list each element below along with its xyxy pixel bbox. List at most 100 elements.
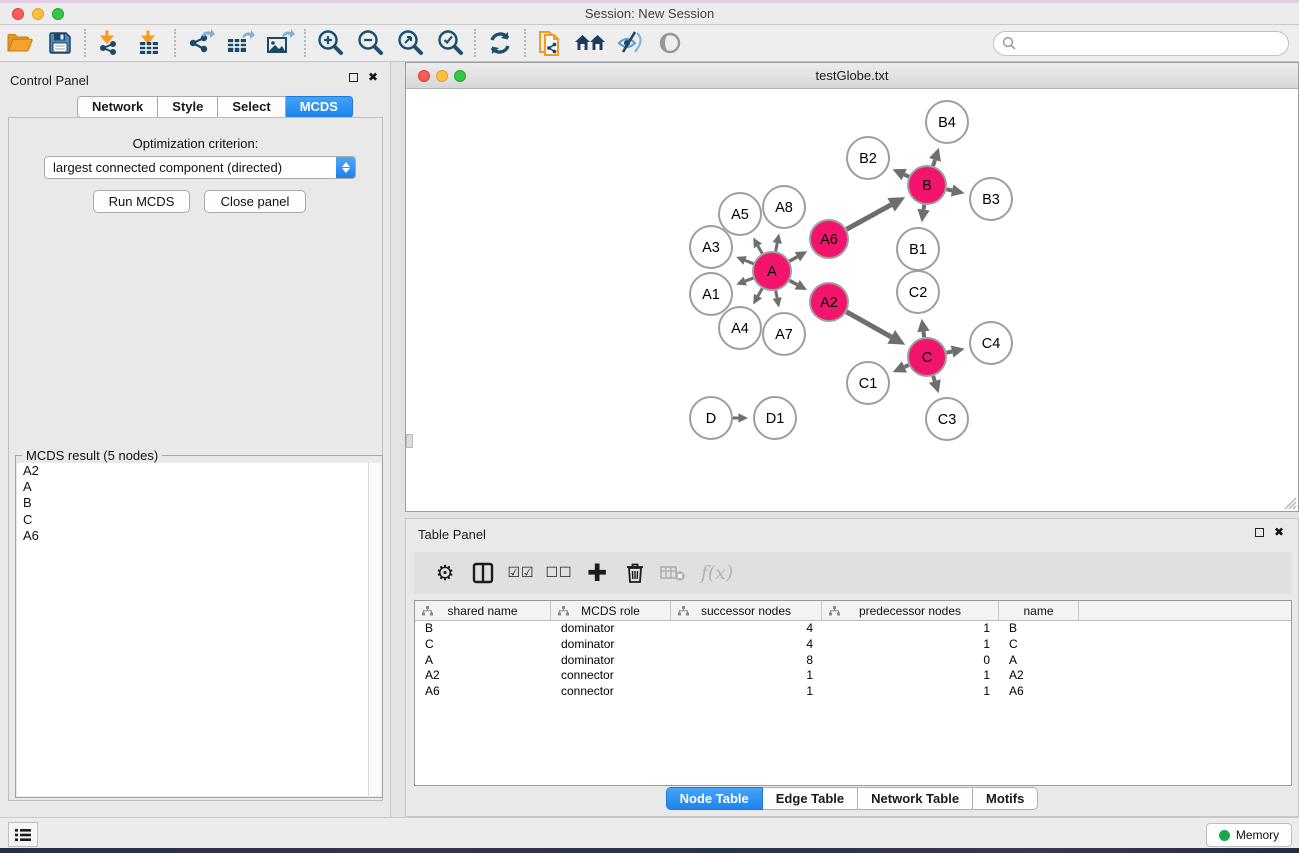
table-cell[interactable]: A <box>999 653 1079 669</box>
edge-A-A6[interactable] <box>789 251 807 261</box>
node-B1[interactable]: B1 <box>897 228 939 270</box>
float-table-panel-icon[interactable] <box>1255 528 1264 537</box>
table-cell[interactable]: dominator <box>551 637 671 653</box>
search-box[interactable] <box>993 31 1289 56</box>
node-C3[interactable]: C3 <box>926 398 968 440</box>
deselect-all-columns-icon[interactable]: ☐☐ <box>542 556 576 590</box>
network-maximize-button[interactable] <box>454 70 466 82</box>
delete-table-icon[interactable] <box>656 556 690 590</box>
node-B[interactable]: B <box>908 166 946 204</box>
save-session-icon[interactable] <box>40 27 80 59</box>
import-network-icon[interactable] <box>90 27 130 59</box>
table-row[interactable]: A6connector11A6 <box>415 684 1291 700</box>
zoom-selected-icon[interactable] <box>430 27 470 59</box>
export-network-icon[interactable] <box>180 27 220 59</box>
edge-C-C4[interactable] <box>947 345 965 357</box>
node-A5[interactable]: A5 <box>719 193 761 235</box>
node-A1[interactable]: A1 <box>690 273 732 315</box>
close-panel-button[interactable]: Close panel <box>204 190 306 213</box>
edge-A-A1[interactable] <box>736 277 753 286</box>
column-layout-icon[interactable] <box>466 556 500 590</box>
table-cell[interactable]: B <box>415 621 551 637</box>
mcds-result-item[interactable]: A <box>17 479 381 495</box>
tab-select[interactable]: Select <box>218 96 285 118</box>
table-cell[interactable]: A <box>415 653 551 669</box>
edge-B-B4[interactable] <box>929 148 941 166</box>
edge-B-B2[interactable] <box>893 169 909 180</box>
search-input[interactable] <box>1016 33 1288 53</box>
resize-grip-icon[interactable] <box>1281 494 1297 510</box>
open-session-icon[interactable] <box>0 27 40 59</box>
table-cell[interactable]: connector <box>551 668 671 684</box>
select-all-columns-icon[interactable]: ☑☑ <box>504 556 538 590</box>
network-window-titlebar[interactable]: testGlobe.txt <box>406 63 1298 89</box>
mcds-result-item[interactable]: A6 <box>17 528 381 544</box>
add-column-icon[interactable]: ✚ <box>580 556 614 590</box>
node-A6[interactable]: A6 <box>810 220 848 258</box>
table-cell[interactable]: 1 <box>822 621 999 637</box>
edge-A-A3[interactable] <box>736 256 753 265</box>
table-cell[interactable]: 1 <box>822 684 999 700</box>
table-cell[interactable]: 1 <box>822 637 999 653</box>
table-cell[interactable]: 1 <box>671 668 822 684</box>
export-table-icon[interactable] <box>220 27 260 59</box>
edge-C-C1[interactable] <box>893 361 909 372</box>
close-panel-icon[interactable]: ✖ <box>368 73 378 82</box>
maximize-window-button[interactable] <box>52 8 64 20</box>
node-D1[interactable]: D1 <box>754 397 796 439</box>
node-B4[interactable]: B4 <box>926 101 968 143</box>
memory-button[interactable]: Memory <box>1206 823 1292 847</box>
table-cell[interactable]: A2 <box>999 668 1079 684</box>
table-cell[interactable]: A2 <box>415 668 551 684</box>
float-panel-icon[interactable] <box>349 73 358 82</box>
column-header-shared-name[interactable]: shared name <box>415 601 551 621</box>
node-C2[interactable]: C2 <box>897 271 939 313</box>
tab-network[interactable]: Network <box>77 96 158 118</box>
table-cell[interactable]: A6 <box>415 684 551 700</box>
hide-selected-icon[interactable] <box>610 27 650 59</box>
table-cell[interactable]: 0 <box>822 653 999 669</box>
edge-B-B3[interactable] <box>947 184 965 196</box>
settings-gear-icon[interactable]: ⚙ <box>428 556 462 590</box>
edge-A-A2[interactable] <box>790 280 807 290</box>
table-cell[interactable]: 1 <box>671 684 822 700</box>
edge-D-D1[interactable] <box>733 413 748 422</box>
show-graphics-details-icon[interactable] <box>650 27 690 59</box>
column-header-name[interactable]: name <box>999 601 1079 621</box>
edge-C-C2[interactable] <box>917 319 929 337</box>
node-A4[interactable]: A4 <box>719 307 761 349</box>
column-header-predecessor-nodes[interactable]: predecessor nodes <box>822 601 999 621</box>
zoom-in-icon[interactable] <box>310 27 350 59</box>
node-C1[interactable]: C1 <box>847 362 889 404</box>
table-cell[interactable]: B <box>999 621 1079 637</box>
network-close-button[interactable] <box>418 70 430 82</box>
zoom-fit-icon[interactable] <box>390 27 430 59</box>
minimize-window-button[interactable] <box>32 8 44 20</box>
export-image-icon[interactable] <box>260 27 300 59</box>
table-cell[interactable]: C <box>415 637 551 653</box>
node-B3[interactable]: B3 <box>970 178 1012 220</box>
table-row[interactable]: Cdominator41C <box>415 637 1291 653</box>
table-row[interactable]: Adominator80A <box>415 653 1291 669</box>
zoom-out-icon[interactable] <box>350 27 390 59</box>
table-cell[interactable]: dominator <box>551 621 671 637</box>
criterion-dropdown[interactable]: largest connected component (directed) <box>44 156 356 179</box>
node-A2[interactable]: A2 <box>810 283 848 321</box>
node-A8[interactable]: A8 <box>763 186 805 228</box>
mcds-result-item[interactable]: A2 <box>17 463 381 479</box>
tab-node-table[interactable]: Node Table <box>666 787 763 810</box>
function-builder-icon[interactable]: f(x) <box>694 556 740 590</box>
import-table-icon[interactable] <box>130 27 170 59</box>
node-B2[interactable]: B2 <box>847 137 889 179</box>
column-header-MCDS-role[interactable]: MCDS role <box>551 601 671 621</box>
node-D[interactable]: D <box>690 397 732 439</box>
network-minimize-button[interactable] <box>436 70 448 82</box>
scroll-grip[interactable] <box>406 434 413 448</box>
result-scrollbar[interactable] <box>368 463 381 796</box>
table-cell[interactable]: C <box>999 637 1079 653</box>
node-A3[interactable]: A3 <box>690 226 732 268</box>
close-window-button[interactable] <box>12 8 24 20</box>
node-C[interactable]: C <box>908 338 946 376</box>
edge-A-A5[interactable] <box>753 238 762 254</box>
table-cell[interactable]: dominator <box>551 653 671 669</box>
